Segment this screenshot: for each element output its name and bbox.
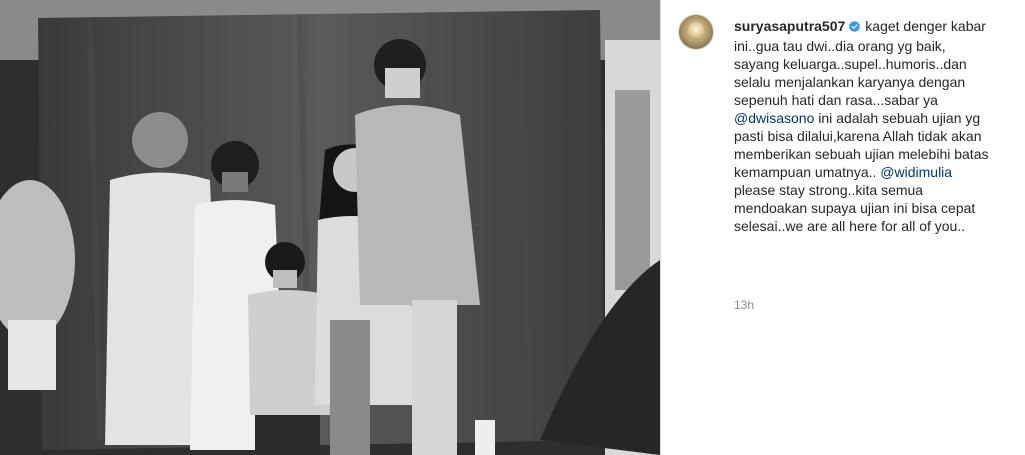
family-photo-image bbox=[0, 0, 660, 455]
username-link[interactable]: suryasaputra507 bbox=[734, 18, 845, 34]
avatar[interactable] bbox=[678, 14, 714, 50]
verified-badge-icon bbox=[848, 19, 861, 37]
avatar-image bbox=[688, 22, 704, 40]
mention-link-widimulia[interactable]: @widimulia bbox=[880, 164, 952, 180]
post-photo[interactable] bbox=[0, 0, 660, 455]
caption-text-3: please stay strong..kita semua mendoakan… bbox=[734, 182, 976, 234]
post-caption: suryasaputra507 kaget denger kabar ini..g… bbox=[734, 17, 994, 235]
post-sidebar: suryasaputra507 kaget denger kabar ini..g… bbox=[661, 0, 1025, 455]
mention-link-dwisasono[interactable]: @dwisasono bbox=[734, 110, 814, 126]
instagram-post: suryasaputra507 kaget denger kabar ini..g… bbox=[0, 0, 1025, 455]
post-timestamp[interactable]: 13h bbox=[734, 298, 754, 312]
